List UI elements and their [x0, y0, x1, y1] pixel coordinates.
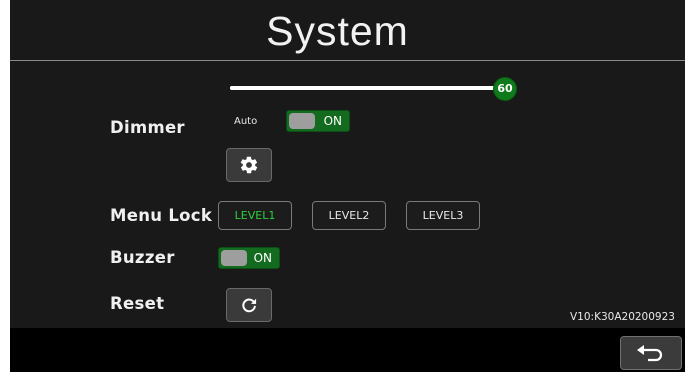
reset-label: Reset	[110, 294, 165, 313]
dimmer-settings-button[interactable]	[226, 148, 272, 182]
auto-label: Auto	[234, 116, 258, 127]
dimmer-slider-track[interactable]	[230, 86, 514, 90]
system-screen: System 60 Dimmer Auto ON Menu Lock LEVEL…	[10, 0, 685, 372]
title-divider	[10, 60, 685, 61]
dimmer-slider-thumb[interactable]: 60	[493, 77, 517, 101]
menu-lock-label: Menu Lock	[110, 206, 213, 225]
refresh-icon	[242, 298, 257, 313]
firmware-version: V10:K30A20200923	[570, 311, 675, 323]
buzzer-toggle[interactable]: ON	[218, 247, 280, 269]
reset-button[interactable]	[226, 288, 272, 322]
auto-toggle-state: ON	[323, 114, 342, 128]
dimmer-label: Dimmer	[110, 118, 185, 137]
back-button[interactable]	[620, 336, 682, 370]
buzzer-label: Buzzer	[110, 248, 175, 267]
back-arrow-icon	[637, 345, 663, 362]
auto-toggle[interactable]: ON	[286, 110, 350, 132]
gear-icon	[240, 156, 258, 174]
dimmer-slider-fill	[230, 86, 401, 90]
level3-button[interactable]: LEVEL3	[406, 201, 480, 230]
toggle-knob	[221, 250, 247, 266]
buzzer-toggle-state: ON	[253, 251, 272, 265]
page-title: System	[266, 8, 409, 54]
bottom-bar	[10, 328, 685, 372]
toggle-knob	[289, 113, 315, 129]
level1-button[interactable]: LEVEL1	[218, 201, 292, 230]
level2-button[interactable]: LEVEL2	[312, 201, 386, 230]
